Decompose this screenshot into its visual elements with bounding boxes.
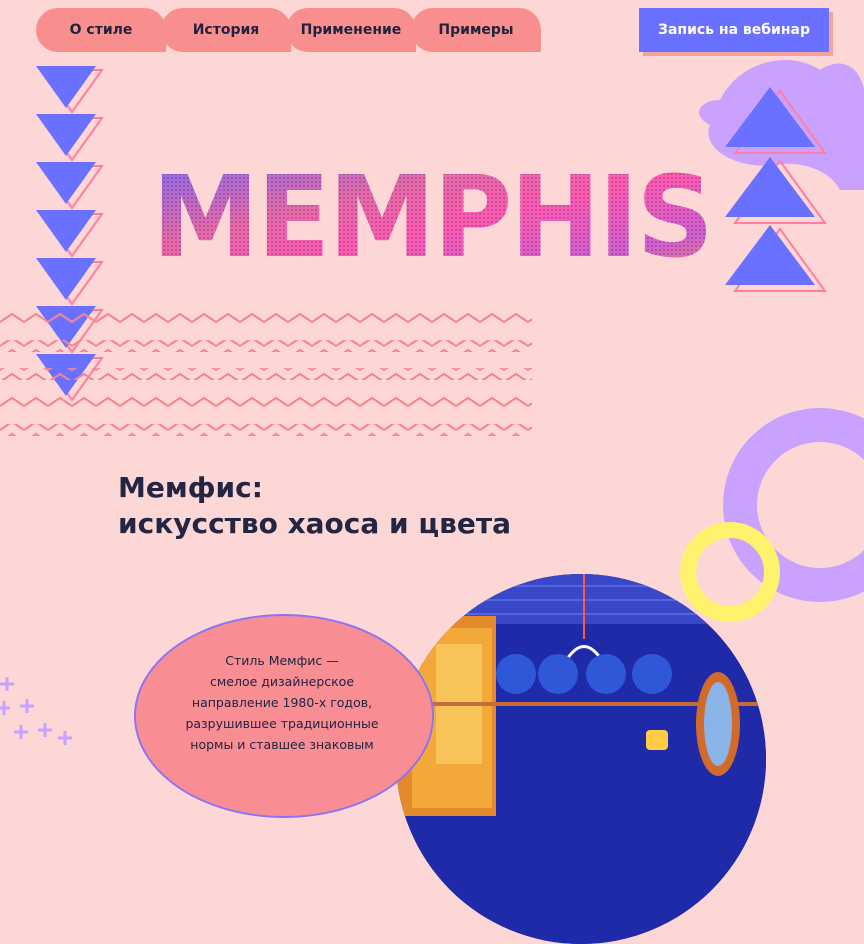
- interior-photo: [396, 574, 766, 944]
- right-triangles-decoration: [725, 87, 827, 292]
- nav-tab-history[interactable]: История: [161, 8, 291, 52]
- intro-line: смелое дизайнерское: [209, 674, 355, 689]
- headline-line-2: искусство хаоса и цвета: [118, 507, 511, 540]
- nav-tab-label: Применение: [300, 22, 402, 38]
- webinar-signup-label: Запись на вебинар: [658, 22, 810, 38]
- nav-tab-label: О стиле: [69, 22, 133, 38]
- plus-pattern: [0, 677, 72, 745]
- zigzag-pattern: [0, 312, 532, 436]
- nav-tab-application[interactable]: Применение: [286, 8, 416, 52]
- nav-tab-about-style[interactable]: О стиле: [36, 8, 166, 52]
- intro-line: разрушившее традиционные: [185, 716, 379, 731]
- nav-tab-examples[interactable]: Примеры: [411, 8, 541, 52]
- svg-text:MEMPHIS: MEMPHIS: [152, 160, 712, 270]
- interior-illustration: [396, 574, 766, 944]
- nav-tab-label: Примеры: [438, 22, 514, 38]
- section-headline: Мемфис: искусство хаоса и цвета: [118, 470, 511, 542]
- intro-line: направление 1980-х годов,: [191, 695, 373, 710]
- memphis-logo: MEMPHIS MEMPHIS: [152, 160, 714, 270]
- headline-line-1: Мемфис:: [118, 471, 263, 504]
- nav-tab-label: История: [192, 22, 260, 38]
- intro-line: нормы и ставшее знаковым: [190, 737, 374, 752]
- intro-line: Стиль Мемфис —: [225, 653, 339, 668]
- intro-text: Стиль Мемфис — смелое дизайнерское напра…: [172, 650, 392, 755]
